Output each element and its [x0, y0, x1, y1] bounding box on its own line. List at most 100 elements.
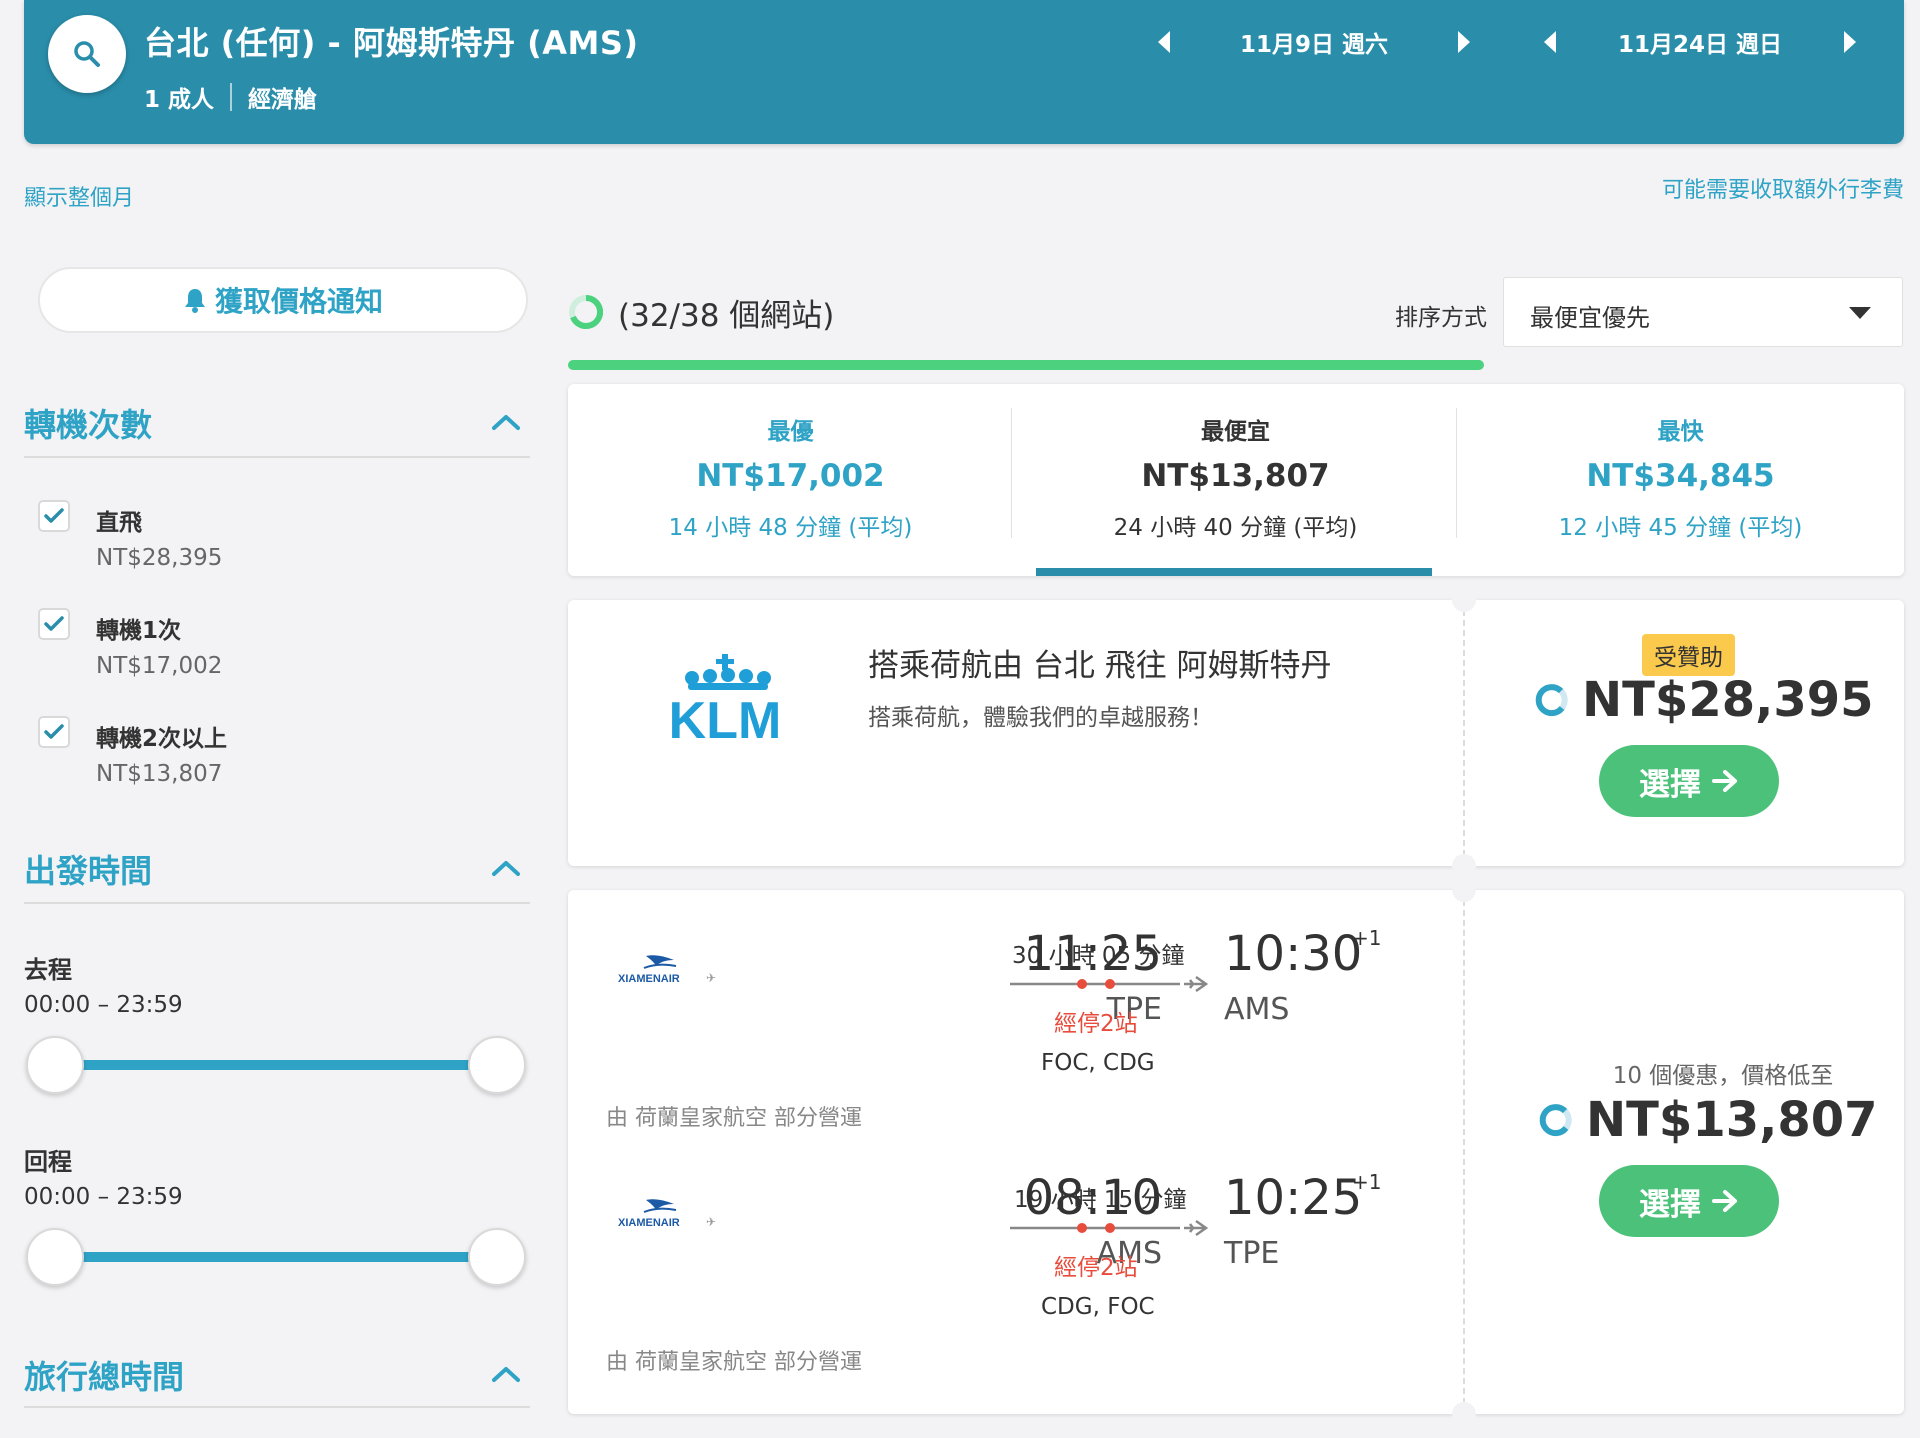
departure-time-title[interactable]: 出發時間	[24, 846, 152, 892]
search-header: 台北 (任何) - 阿姆斯特丹 (AMS) 1 成人 經濟艙 11月9日 週六 …	[24, 0, 1904, 144]
route-title[interactable]: 台北 (任何) - 阿姆斯特丹 (AMS)	[144, 18, 639, 64]
caret-down-icon	[1849, 307, 1871, 319]
passenger-count: 1 成人	[144, 87, 215, 113]
card-notch	[1452, 588, 1476, 612]
outbound-via: FOC, CDG	[1041, 1050, 1155, 1076]
inbound-stops[interactable]: 經停2站	[1054, 1248, 1138, 1282]
trip-duration-title[interactable]: 旅行總時間	[24, 1352, 184, 1398]
inbound-duration: 19 小時 15 分鐘	[1014, 1187, 1187, 1213]
sort-dropdown[interactable]: 最便宜優先	[1503, 277, 1903, 347]
klm-logo: KLM	[669, 654, 782, 750]
baggage-fee-link[interactable]: 可能需要收取額外行李費	[1662, 172, 1904, 204]
arrow-right-icon	[1712, 770, 1737, 792]
stops-one-checkbox[interactable]	[38, 608, 70, 640]
chevron-up-icon	[492, 1367, 520, 1382]
loading-spinner-icon	[1535, 684, 1568, 717]
select-label: 選擇	[1639, 1186, 1701, 1223]
flight-select-button[interactable]: 選擇	[1599, 1165, 1779, 1237]
stops-collapse-toggle[interactable]	[486, 402, 526, 442]
outbound-operated-by: 由 荷蘭皇家航空 部分營運	[606, 1106, 862, 1131]
inbound-arrive-time: 10:25	[1224, 1170, 1363, 1226]
outbound-day-offset: +1	[1352, 926, 1382, 950]
outbound-arrive-code: AMS	[1224, 992, 1290, 1027]
svg-text:✈: ✈	[706, 1215, 716, 1229]
svg-text:✈: ✈	[706, 971, 716, 985]
price-alert-label: 獲取價格通知	[214, 285, 383, 318]
divider	[230, 83, 233, 111]
departure-collapse-toggle[interactable]	[486, 848, 526, 888]
tab-best[interactable]: 最優 NT$17,002 14 小時 48 分鐘 (平均)	[568, 384, 1013, 576]
divider	[24, 456, 530, 458]
loading-spinner-icon	[1539, 1104, 1572, 1137]
bell-icon	[184, 289, 205, 313]
divider	[1011, 408, 1012, 538]
svg-text:XIAMENAIR: XIAMENAIR	[618, 973, 680, 985]
outbound-range: 00:00 – 23:59	[24, 992, 183, 1018]
chevron-up-icon	[492, 415, 520, 430]
stops-direct-price: NT$28,395	[96, 545, 223, 571]
tab-fastest-title: 最快	[1657, 419, 1704, 445]
result-tabs: 最優 NT$17,002 14 小時 48 分鐘 (平均) 最便宜 NT$13,…	[568, 384, 1904, 576]
checkmark-icon	[44, 616, 64, 631]
price-alert-button[interactable]: 獲取價格通知	[38, 267, 528, 333]
next-depart-date-button[interactable]	[1444, 22, 1484, 62]
loading-spinner-icon	[569, 294, 604, 329]
tab-fastest[interactable]: 最快 NT$34,845 12 小時 45 分鐘 (平均)	[1458, 384, 1903, 576]
stops-two-plus-label[interactable]: 轉機2次以上	[96, 719, 227, 753]
tab-cheapest[interactable]: 最便宜 NT$13,807 24 小時 40 分鐘 (平均)	[1013, 384, 1458, 576]
inbound-arrive-code: TPE	[1224, 1236, 1280, 1271]
chevron-up-icon	[492, 861, 520, 876]
divider	[1456, 408, 1457, 538]
stops-direct-checkbox[interactable]	[38, 500, 70, 532]
divider	[24, 1406, 530, 1408]
outbound-slider-max-handle[interactable]	[468, 1036, 526, 1094]
select-label: 選擇	[1639, 766, 1701, 803]
divider	[1463, 900, 1465, 1404]
triangle-left-icon	[1544, 31, 1556, 53]
show-month-link[interactable]: 顯示整個月	[24, 180, 134, 212]
inbound-route-line	[1010, 1219, 1209, 1237]
tab-cheapest-duration: 24 小時 40 分鐘 (平均)	[1113, 515, 1358, 541]
triangle-left-icon	[1158, 31, 1170, 53]
stops-filter-title[interactable]: 轉機次數	[24, 400, 152, 446]
return-label: 回程	[24, 1148, 72, 1176]
ad-title: 搭乘荷航由 台北 飛往 阿姆斯特丹	[868, 648, 1332, 684]
search-progress-bar	[568, 360, 1904, 370]
return-slider-min-handle[interactable]	[26, 1228, 84, 1286]
sponsored-card[interactable]: KLM 搭乘荷航由 台北 飛往 阿姆斯特丹 搭乘荷航，體驗我們的卓越服務！ 受贊…	[568, 588, 1904, 878]
stops-one-label[interactable]: 轉機1次	[96, 611, 181, 645]
flight-price-value: NT$13,807	[1586, 1092, 1878, 1148]
return-date[interactable]: 11月24日 週日	[1570, 25, 1830, 59]
card-notch	[1452, 878, 1476, 902]
svg-text:KLM: KLM	[669, 692, 782, 750]
tab-best-price: NT$17,002	[696, 458, 885, 494]
card-notch	[1452, 1402, 1476, 1426]
return-slider-track[interactable]	[54, 1252, 498, 1262]
outbound-slider-track[interactable]	[54, 1060, 498, 1070]
outbound-arrive-time: 10:30	[1224, 926, 1363, 982]
tab-fastest-duration: 12 小時 45 分鐘 (平均)	[1558, 515, 1803, 541]
outbound-stops[interactable]: 經停2站	[1054, 1004, 1138, 1038]
duration-collapse-toggle[interactable]	[486, 1354, 526, 1394]
stops-two-plus-price: NT$13,807	[96, 761, 223, 787]
prev-depart-date-button[interactable]	[1144, 22, 1184, 62]
ad-select-button[interactable]: 選擇	[1599, 745, 1779, 817]
sites-status: (32/38 個網站)	[618, 298, 835, 334]
outbound-duration: 30 小時 05 分鐘	[1012, 943, 1185, 969]
stops-two-plus-checkbox[interactable]	[38, 716, 70, 748]
next-return-date-button[interactable]	[1830, 22, 1870, 62]
search-button[interactable]	[48, 15, 126, 93]
return-slider-max-handle[interactable]	[468, 1228, 526, 1286]
card-notch	[1452, 854, 1476, 878]
flight-result-card[interactable]: XIAMENAIR ✈ 11:25 TPE 30 小時 05 分鐘 經停2站 F…	[568, 878, 1904, 1426]
sort-value: 最便宜優先	[1530, 304, 1650, 332]
prev-return-date-button[interactable]	[1530, 22, 1570, 62]
checkmark-icon	[44, 508, 64, 523]
search-progress-fill	[568, 360, 1485, 370]
outbound-slider-min-handle[interactable]	[26, 1036, 84, 1094]
inbound-via: CDG, FOC	[1041, 1294, 1155, 1320]
depart-date[interactable]: 11月9日 週六	[1184, 25, 1444, 59]
stops-direct-label[interactable]: 直飛	[96, 503, 142, 537]
trip-details[interactable]: 1 成人 經濟艙	[144, 80, 317, 114]
tab-best-duration: 14 小時 48 分鐘 (平均)	[668, 515, 913, 541]
